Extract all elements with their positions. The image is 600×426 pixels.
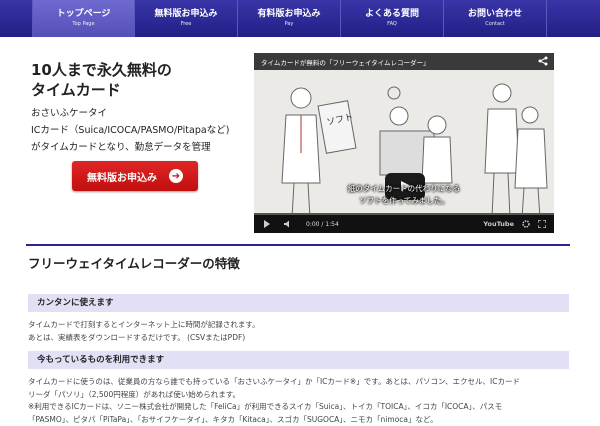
volume-icon[interactable] <box>284 220 292 228</box>
video-caption-line: ソフトを作ってみました。 <box>254 195 554 207</box>
nav-sublabel: Pay <box>285 20 294 28</box>
free-signup-label: 無料版お申込み <box>87 169 157 184</box>
video-title: タイムカードが無料の「フリーウェイタイムレコーダー」 <box>261 57 429 67</box>
nav-label: 有料版お申込み <box>257 9 320 20</box>
section-divider <box>26 244 570 246</box>
feature-text: タイムカードで打刻するとインターネット上に時間が記録されます。 あとは、実績表を… <box>28 319 573 344</box>
video-caption: 紙のタイムカードの代わりになる ソフトを作ってみました。 <box>254 183 554 207</box>
video-caption-line: 紙のタイムカードの代わりになる <box>254 183 554 195</box>
nav-label: 無料版お申込み <box>154 9 217 20</box>
share-icon[interactable] <box>538 56 548 66</box>
feature-line: タイムカードに使うのは、従業員の方なら誰でも持っている「おさいふケータイ」か「I… <box>28 376 573 389</box>
video-player[interactable]: ソフト タイムカードが無料の「フリーウェイタイムレコーダー」 紙のタイムカードの… <box>254 53 554 233</box>
gear-icon[interactable] <box>522 220 530 228</box>
free-signup-button[interactable]: 無料版お申込み ➔ <box>72 161 198 191</box>
features-title: フリーウェイタイムレコーダーの特徴 <box>28 253 240 272</box>
video-controls: 0:00 / 1:54 YouTube <box>254 215 554 233</box>
hero-desc-line: おさいふケータイ <box>31 105 229 122</box>
hero-desc-line: がタイムカードとなり、勤怠データを管理 <box>31 139 229 156</box>
global-nav: トップページ Top Page 無料版お申込み Free 有料版お申込み Pay… <box>0 0 600 37</box>
hero-desc-line: ICカード（Suica/ICOCA/PASMO/Pitapaなど) <box>31 122 229 139</box>
nav-sublabel: Top Page <box>72 20 94 28</box>
feature-line: ※利用できるICカードは、ソニー株式会社が開発した「FeliCa」が利用できるス… <box>28 401 573 414</box>
nav-label: トップページ <box>57 9 111 20</box>
feature-text: タイムカードに使うのは、従業員の方なら誰でも持っている「おさいふケータイ」か「I… <box>28 376 573 426</box>
nav-sublabel: Contact <box>485 20 504 28</box>
feature-line: 「PASMO」、ピタパ「PiTaPa」、「おサイフケータイ」、キタカ「Kitac… <box>28 414 573 426</box>
video-title-bar[interactable]: タイムカードが無料の「フリーウェイタイムレコーダー」 <box>254 53 554 70</box>
video-progress-bar[interactable] <box>254 213 554 215</box>
nav-label: お問い合わせ <box>468 9 522 20</box>
hero-description: おさいふケータイ ICカード（Suica/ICOCA/PASMO/Pitapaな… <box>31 105 229 156</box>
feature-line: あとは、実績表をダウンロードするだけです。 (CSVまたはPDF) <box>28 332 573 345</box>
nav-sublabel: Free <box>181 20 192 28</box>
nav-item-pay[interactable]: 有料版お申込み Pay <box>238 0 341 37</box>
nav-item-top[interactable]: トップページ Top Page <box>32 0 135 37</box>
nav-label: よくある質問 <box>365 9 419 20</box>
feature-heading: カンタンに使えます <box>28 294 569 312</box>
play-icon[interactable] <box>264 220 270 228</box>
feature-line: タイムカードで打刻するとインターネット上に時間が記録されます。 <box>28 319 573 332</box>
feature-heading: 今もっているものを利用できます <box>28 351 569 369</box>
feature-line: リーダ「パソリ」（2,500円程度）があれば使い始められます。 <box>28 389 573 402</box>
nav-item-faq[interactable]: よくある質問 FAQ <box>341 0 444 37</box>
arrow-right-icon: ➔ <box>169 169 183 183</box>
youtube-logo[interactable]: YouTube <box>483 220 514 228</box>
hero-title: 10人まで永久無料の タイムカード <box>31 60 172 100</box>
fullscreen-icon[interactable] <box>538 220 546 228</box>
hero-title-line: 10人まで永久無料の <box>31 60 172 80</box>
nav-item-contact[interactable]: お問い合わせ Contact <box>444 0 547 37</box>
nav-sublabel: FAQ <box>387 20 397 28</box>
hero-title-line: タイムカード <box>31 80 172 100</box>
nav-item-free[interactable]: 無料版お申込み Free <box>135 0 238 37</box>
video-time: 0:00 / 1:54 <box>306 221 339 228</box>
